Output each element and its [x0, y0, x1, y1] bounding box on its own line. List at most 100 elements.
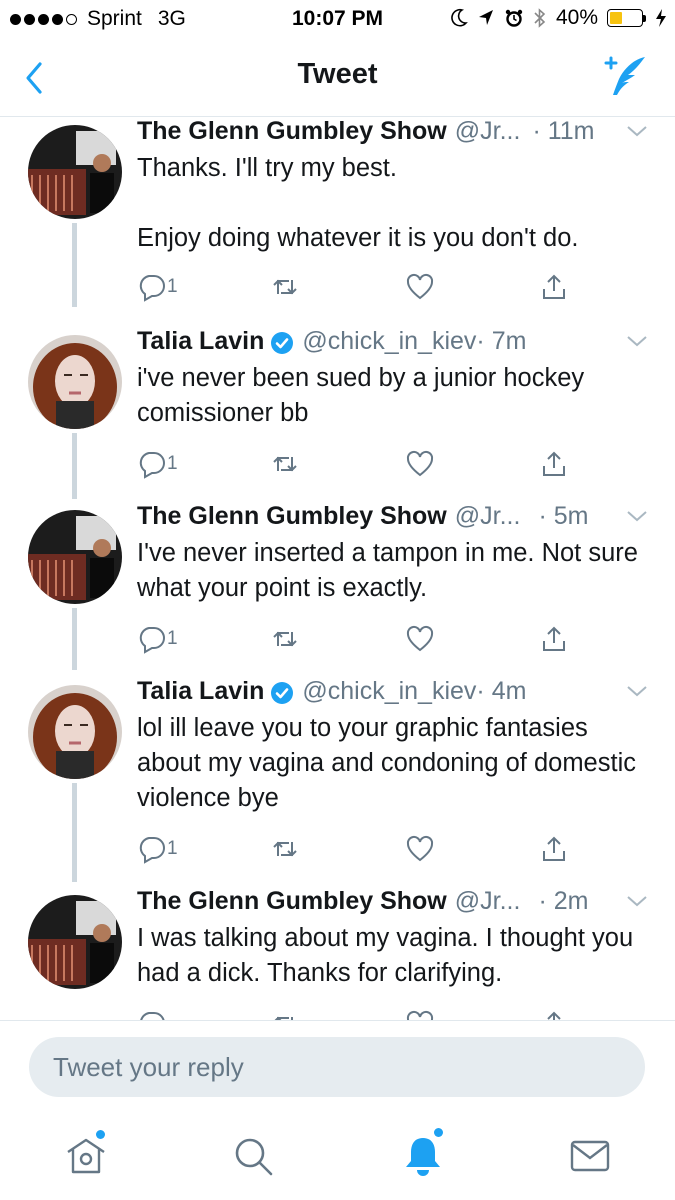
- notifications-bell-icon: [406, 1138, 440, 1176]
- tweet-time: · 5m: [538, 502, 589, 530]
- messages-envelope-icon: [570, 1140, 610, 1172]
- reply-icon: [139, 452, 165, 479]
- location-arrow-icon: [478, 10, 493, 25]
- reply-count: 1: [167, 838, 178, 859]
- heart-icon: [406, 835, 434, 862]
- share-button[interactable]: [539, 834, 569, 864]
- author-handle[interactable]: @Jr...: [455, 502, 521, 531]
- author-name[interactable]: Talia Lavin: [137, 327, 264, 356]
- tweet-paragraph: I've never inserted a tampon in me. Not …: [137, 539, 638, 602]
- chevron-down-icon[interactable]: [625, 683, 649, 699]
- tweet-time: · 7m: [476, 327, 527, 355]
- battery-icon: [607, 9, 646, 27]
- chevron-down-icon[interactable]: [625, 333, 649, 349]
- reply-icon: [139, 837, 165, 864]
- like-button[interactable]: [405, 834, 435, 864]
- alarm-icon: [505, 9, 523, 27]
- chevron-down-icon[interactable]: [625, 893, 649, 909]
- tweet-thread: The Glenn Gumbley Show @Jr... · 11m Than…: [0, 117, 675, 1020]
- status-bar: Sprint 3G 10:07 PM 40%: [0, 0, 675, 38]
- tab-notifications[interactable]: [399, 1128, 447, 1180]
- author-name[interactable]: The Glenn Gumbley Show: [137, 887, 447, 916]
- tweet-text: I was talking about my vagina. I thought…: [137, 921, 657, 991]
- share-icon: [543, 451, 565, 476]
- reply-icon: [140, 1012, 165, 1020]
- thread-connector: [72, 433, 77, 499]
- like-button[interactable]: [405, 1009, 435, 1020]
- reply-button[interactable]: 1: [137, 834, 178, 864]
- avatar[interactable]: [28, 895, 122, 989]
- share-button[interactable]: [539, 624, 569, 654]
- tab-home[interactable]: [62, 1130, 110, 1180]
- author-handle[interactable]: @Jr...: [455, 887, 521, 916]
- reply-count: 1: [167, 453, 178, 474]
- retweet-icon: [273, 279, 297, 295]
- author-handle[interactable]: @chick_in_kiev: [302, 327, 476, 356]
- like-button[interactable]: [405, 272, 435, 302]
- compose-tweet-button[interactable]: [601, 53, 649, 99]
- share-button[interactable]: [539, 272, 569, 302]
- tweet-item[interactable]: Talia Lavin @chick_in_kiev · 4m lol ill …: [0, 677, 675, 882]
- retweet-button[interactable]: [270, 1009, 300, 1020]
- chevron-down-icon[interactable]: [625, 508, 649, 524]
- retweet-button[interactable]: [270, 272, 300, 302]
- heart-icon: [406, 625, 434, 652]
- reply-button[interactable]: 1: [137, 272, 178, 302]
- retweet-icon: [273, 456, 297, 472]
- heart-icon: [406, 1010, 434, 1020]
- page-title: Tweet: [297, 58, 378, 90]
- charging-bolt-icon: [656, 9, 666, 27]
- tab-messages[interactable]: [566, 1132, 614, 1180]
- reply-button[interactable]: 1: [137, 449, 178, 479]
- tweet-actions: 1: [137, 449, 597, 479]
- heart-icon: [406, 273, 434, 300]
- heart-icon: [406, 450, 434, 477]
- tweet-time: · 4m: [476, 677, 527, 705]
- tweet-actions: 1: [137, 272, 597, 302]
- retweet-button[interactable]: [270, 624, 300, 654]
- tweet-time: · 2m: [538, 887, 589, 915]
- tab-search[interactable]: [229, 1132, 277, 1180]
- avatar[interactable]: [28, 510, 122, 604]
- tweet-paragraph: I was talking about my vagina. I thought…: [137, 924, 634, 987]
- share-button[interactable]: [539, 1009, 569, 1020]
- author-name[interactable]: The Glenn Gumbley Show: [137, 502, 447, 531]
- tweet-item[interactable]: The Glenn Gumbley Show @Jr... · 2m I was…: [0, 887, 675, 1020]
- battery-level-fill: [610, 12, 622, 24]
- verified-badge-icon: [271, 682, 294, 704]
- thread-connector: [72, 223, 77, 307]
- like-button[interactable]: [405, 624, 435, 654]
- author-handle[interactable]: @Jr...: [455, 117, 521, 146]
- tab-bar: [0, 1116, 675, 1200]
- compose-tweet-icon: [604, 56, 645, 95]
- tweet-item[interactable]: Talia Lavin @chick_in_kiev · 7m i've nev…: [0, 327, 675, 499]
- reply-button[interactable]: 1: [137, 624, 178, 654]
- reply-button[interactable]: [137, 1009, 167, 1020]
- author-name[interactable]: The Glenn Gumbley Show: [137, 117, 447, 146]
- retweet-button[interactable]: [270, 449, 300, 479]
- share-icon: [543, 274, 565, 299]
- tweet-header: Talia Lavin @chick_in_kiev · 4m: [137, 677, 526, 709]
- tweet-item[interactable]: The Glenn Gumbley Show @Jr... · 5m I've …: [0, 502, 675, 670]
- reply-count: 1: [167, 628, 178, 649]
- avatar[interactable]: [28, 335, 122, 429]
- thread-connector: [72, 783, 77, 882]
- tweet-item[interactable]: The Glenn Gumbley Show @Jr... · 11m Than…: [0, 117, 675, 307]
- avatar[interactable]: [28, 685, 122, 779]
- author-handle[interactable]: @chick_in_kiev: [302, 677, 476, 706]
- avatar[interactable]: [28, 125, 122, 219]
- tweet-header: The Glenn Gumbley Show @Jr... · 2m: [137, 887, 588, 919]
- tweet-actions: 1: [137, 624, 597, 654]
- chevron-down-icon[interactable]: [625, 123, 649, 139]
- share-button[interactable]: [539, 449, 569, 479]
- verified-badge-icon: [271, 332, 294, 354]
- bluetooth-icon: [534, 8, 546, 28]
- tweet-paragraph: i've never been sued by a junior hockey …: [137, 364, 585, 427]
- retweet-icon: [274, 1016, 293, 1020]
- share-icon: [543, 626, 565, 651]
- tweet-paragraph: Enjoy doing whatever it is you don't do.: [137, 224, 579, 252]
- retweet-button[interactable]: [270, 834, 300, 864]
- reply-input[interactable]: Tweet your reply: [29, 1037, 645, 1097]
- author-name[interactable]: Talia Lavin: [137, 677, 264, 706]
- like-button[interactable]: [405, 449, 435, 479]
